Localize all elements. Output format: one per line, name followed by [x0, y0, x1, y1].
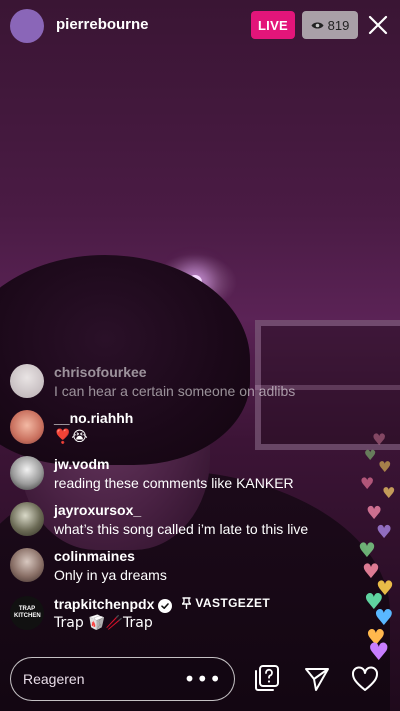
heart-icon: ♥ — [372, 430, 387, 449]
avatar[interactable] — [10, 410, 44, 444]
viewer-count: 819 — [327, 17, 350, 33]
comment-username[interactable]: jw.vodm — [54, 456, 110, 472]
question-icon[interactable] — [254, 664, 280, 692]
host-avatar[interactable] — [10, 9, 44, 43]
avatar[interactable] — [10, 364, 44, 398]
pinned-comment[interactable]: TRAP KITCHEN trapkitchenpdx VASTGEZET Tra… — [10, 594, 370, 638]
avatar-logo-text: TRAP KITCHEN — [14, 606, 41, 619]
like-heart-icon[interactable] — [351, 666, 379, 692]
comment-username[interactable]: jayroxursox_ — [54, 502, 141, 518]
more-options-icon[interactable]: ••• — [184, 667, 222, 691]
avatar[interactable] — [10, 548, 44, 582]
avatar[interactable] — [10, 502, 44, 536]
comment-username-row: trapkitchenpdx VASTGEZET — [54, 596, 270, 613]
avatar[interactable] — [10, 456, 44, 490]
viewer-count-badge[interactable]: 819 — [302, 11, 358, 39]
live-header: pierrebourne LIVE 819 — [0, 0, 400, 52]
comment-item[interactable]: jayroxursox_ what’s this song called i’m… — [10, 500, 370, 544]
eye-icon — [311, 22, 324, 28]
comment-username[interactable]: chrisofourkee — [54, 364, 147, 380]
heart-icon: ♥ — [376, 522, 393, 543]
comment-text: what’s this song called i’m late to this… — [54, 521, 309, 537]
comment-item[interactable]: colinmaines Only in ya dreams — [10, 546, 370, 590]
pin-icon — [182, 597, 192, 609]
comment-input[interactable]: Reageren ••• — [10, 657, 235, 701]
comment-item[interactable]: jw.vodm reading these comments like KANK… — [10, 454, 370, 498]
live-badge: LIVE — [251, 11, 295, 39]
avatar[interactable]: TRAP KITCHEN — [10, 596, 44, 630]
comment-username[interactable]: trapkitchenpdx — [54, 596, 154, 612]
send-icon[interactable] — [303, 665, 331, 693]
host-username[interactable]: pierrebourne — [56, 16, 149, 33]
comment-item[interactable]: __no.riahhh ❣️😭 — [10, 408, 370, 452]
comment-text: I can hear a certain someone on adlibs — [54, 383, 296, 399]
pinned-label: VASTGEZET — [182, 596, 270, 610]
comment-item[interactable]: chrisofourkee I can hear a certain someo… — [10, 362, 370, 406]
comment-text: reading these comments like KANKER — [54, 475, 294, 491]
comment-text: ❣️😭 — [54, 429, 88, 445]
heart-icon: ♥ — [382, 484, 396, 502]
comment-input-placeholder: Reageren — [23, 671, 85, 687]
comment-username[interactable]: __no.riahhh — [54, 410, 133, 426]
pinned-text: VASTGEZET — [195, 596, 271, 610]
comment-text: Trap 🥡🥢Trap — [54, 615, 153, 631]
verified-badge-icon — [158, 599, 173, 613]
live-stream-screen: pierrebourne LIVE 819 ♥ ♥ ♥ ♥ ♥ ♥ ♥ ♥ ♥ … — [0, 0, 400, 711]
heart-icon: ♥ — [368, 638, 390, 666]
comment-username[interactable]: colinmaines — [54, 548, 135, 564]
close-icon[interactable] — [366, 13, 390, 37]
comment-text: Only in ya dreams — [54, 567, 167, 583]
heart-icon: ♥ — [378, 458, 392, 476]
